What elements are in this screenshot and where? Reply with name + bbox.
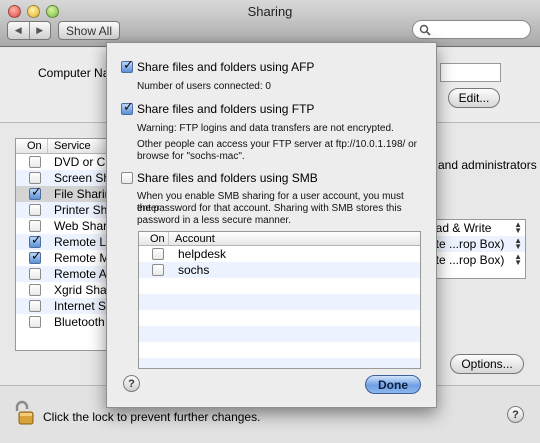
service-checkbox[interactable] bbox=[29, 220, 41, 232]
services-header: On Service bbox=[16, 139, 110, 154]
service-checkbox[interactable] bbox=[29, 234, 42, 248]
forward-arrow-icon[interactable]: ▶ bbox=[28, 22, 51, 39]
search-icon bbox=[419, 24, 431, 36]
smb-desc-line2: the password for that account. Sharing w… bbox=[137, 203, 402, 214]
smb-desc-line3: password in a less secure manner. bbox=[137, 215, 291, 226]
empty-row bbox=[139, 342, 420, 358]
permission-label: rite ...rop Box) bbox=[429, 237, 505, 251]
service-checkbox[interactable] bbox=[29, 284, 41, 296]
ftp-checkbox[interactable] bbox=[121, 100, 134, 115]
service-label: Xgrid Sharin bbox=[54, 283, 110, 297]
service-label: Bluetooth S bbox=[54, 315, 110, 329]
empty-row bbox=[139, 278, 420, 294]
accounts-header: On Account bbox=[139, 232, 420, 246]
service-checkbox[interactable] bbox=[29, 172, 41, 184]
service-checkbox[interactable] bbox=[29, 156, 41, 168]
service-row[interactable]: Remote Ap bbox=[16, 266, 110, 282]
show-all-button[interactable]: Show All bbox=[58, 21, 120, 40]
smb-option[interactable]: Share files and folders using SMB bbox=[121, 171, 318, 185]
done-button[interactable]: Done bbox=[365, 375, 421, 394]
back-forward-control[interactable]: ◀ ▶ bbox=[7, 21, 51, 40]
ftp-option[interactable]: Share files and folders using FTP bbox=[121, 100, 315, 116]
smb-accounts-table: On Account helpdesk sochs bbox=[138, 231, 421, 369]
column-account[interactable]: Account bbox=[169, 233, 215, 245]
permission-row[interactable]: rite ...rop Box) ▲ ▼ bbox=[425, 252, 525, 268]
service-row[interactable]: Printer Sha bbox=[16, 202, 110, 218]
account-row[interactable]: helpdesk bbox=[139, 246, 420, 262]
service-label: File Sharing bbox=[54, 187, 110, 201]
service-label: DVD or CD bbox=[54, 155, 110, 169]
services-table: On Service DVD or CD Screen Shar File Sh… bbox=[15, 138, 111, 351]
ftp-label: Share files and folders using FTP bbox=[137, 102, 315, 116]
service-row[interactable]: Internet Sha bbox=[16, 298, 110, 314]
column-on[interactable]: On bbox=[16, 139, 48, 153]
afp-label: Share files and folders using AFP bbox=[137, 60, 315, 74]
service-row[interactable]: Bluetooth S bbox=[16, 314, 110, 330]
account-name: sochs bbox=[178, 263, 210, 277]
popup-arrows-icon[interactable]: ▲ ▼ bbox=[514, 221, 522, 235]
service-checkbox[interactable] bbox=[29, 204, 41, 216]
account-row[interactable]: sochs bbox=[139, 262, 420, 278]
back-arrow-icon[interactable]: ◀ bbox=[8, 22, 29, 39]
permission-label: ead & Write bbox=[429, 221, 492, 235]
service-row[interactable]: Remote Lo bbox=[16, 234, 110, 250]
service-checkbox[interactable] bbox=[29, 316, 41, 328]
service-label: Remote Ap bbox=[54, 267, 110, 281]
service-label: Web Sharin bbox=[54, 219, 110, 233]
service-label: Remote Ma bbox=[54, 251, 110, 265]
service-label: Printer Sha bbox=[54, 203, 110, 217]
lock-message: Click the lock to prevent further change… bbox=[43, 410, 261, 424]
column-on[interactable]: On bbox=[139, 232, 169, 245]
service-checkbox[interactable] bbox=[29, 300, 41, 312]
afp-checkbox[interactable] bbox=[121, 58, 134, 73]
ftp-access-line1: Other people can access your FTP server … bbox=[137, 139, 417, 150]
empty-row bbox=[139, 326, 420, 342]
empty-row bbox=[139, 358, 420, 368]
service-label: Screen Shar bbox=[54, 171, 110, 185]
window-title: Sharing bbox=[247, 4, 293, 19]
empty-row bbox=[139, 310, 420, 326]
service-checkbox[interactable] bbox=[29, 268, 41, 280]
column-service[interactable]: Service bbox=[48, 140, 91, 152]
help-button[interactable]: ? bbox=[507, 406, 524, 423]
permission-row[interactable]: rite ...rop Box) ▲ ▼ bbox=[425, 236, 525, 252]
service-label: Internet Sha bbox=[54, 299, 110, 313]
service-row[interactable]: DVD or CD bbox=[16, 154, 110, 170]
afp-users-note: Number of users connected: 0 bbox=[137, 81, 271, 92]
ftp-access-line2: browse for "sochs-mac". bbox=[137, 151, 245, 162]
popup-arrows-icon[interactable]: ▲ ▼ bbox=[514, 237, 522, 251]
empty-row bbox=[139, 294, 420, 310]
service-row[interactable]: File Sharing bbox=[16, 186, 110, 202]
service-checkbox[interactable] bbox=[29, 250, 42, 264]
account-checkbox[interactable] bbox=[152, 264, 164, 276]
service-row[interactable]: Web Sharin bbox=[16, 218, 110, 234]
permission-label: rite ...rop Box) bbox=[429, 253, 505, 267]
service-row[interactable]: Screen Shar bbox=[16, 170, 110, 186]
service-checkbox[interactable] bbox=[29, 186, 42, 200]
options-button[interactable]: Options... bbox=[450, 354, 524, 374]
edit-button[interactable]: Edit... bbox=[448, 88, 500, 108]
service-row[interactable]: Xgrid Sharin bbox=[16, 282, 110, 298]
afp-option[interactable]: Share files and folders using AFP bbox=[121, 58, 315, 74]
account-checkbox[interactable] bbox=[152, 248, 164, 260]
smb-checkbox[interactable] bbox=[121, 172, 133, 184]
ftp-warning: Warning: FTP logins and data transfers a… bbox=[137, 123, 394, 134]
permission-row[interactable]: ead & Write ▲ ▼ bbox=[425, 220, 525, 236]
smb-label: Share files and folders using SMB bbox=[137, 171, 318, 185]
admin-access-text: and administrators bbox=[438, 158, 537, 172]
service-label: Remote Lo bbox=[54, 235, 110, 249]
popup-arrows-icon[interactable]: ▲ ▼ bbox=[514, 253, 522, 267]
account-name: helpdesk bbox=[178, 247, 227, 261]
permissions-table: ead & Write ▲ ▼ rite ...rop Box) ▲ ▼ rite ..… bbox=[424, 219, 526, 279]
lock-icon[interactable] bbox=[13, 400, 37, 426]
search-field[interactable] bbox=[412, 20, 531, 39]
computer-name-field[interactable] bbox=[440, 63, 501, 82]
sharing-options-sheet: Share files and folders using AFP Number… bbox=[106, 42, 437, 408]
sheet-help-button[interactable]: ? bbox=[123, 375, 140, 392]
service-row[interactable]: Remote Ma bbox=[16, 250, 110, 266]
computer-name-label: Computer Na bbox=[38, 66, 109, 80]
